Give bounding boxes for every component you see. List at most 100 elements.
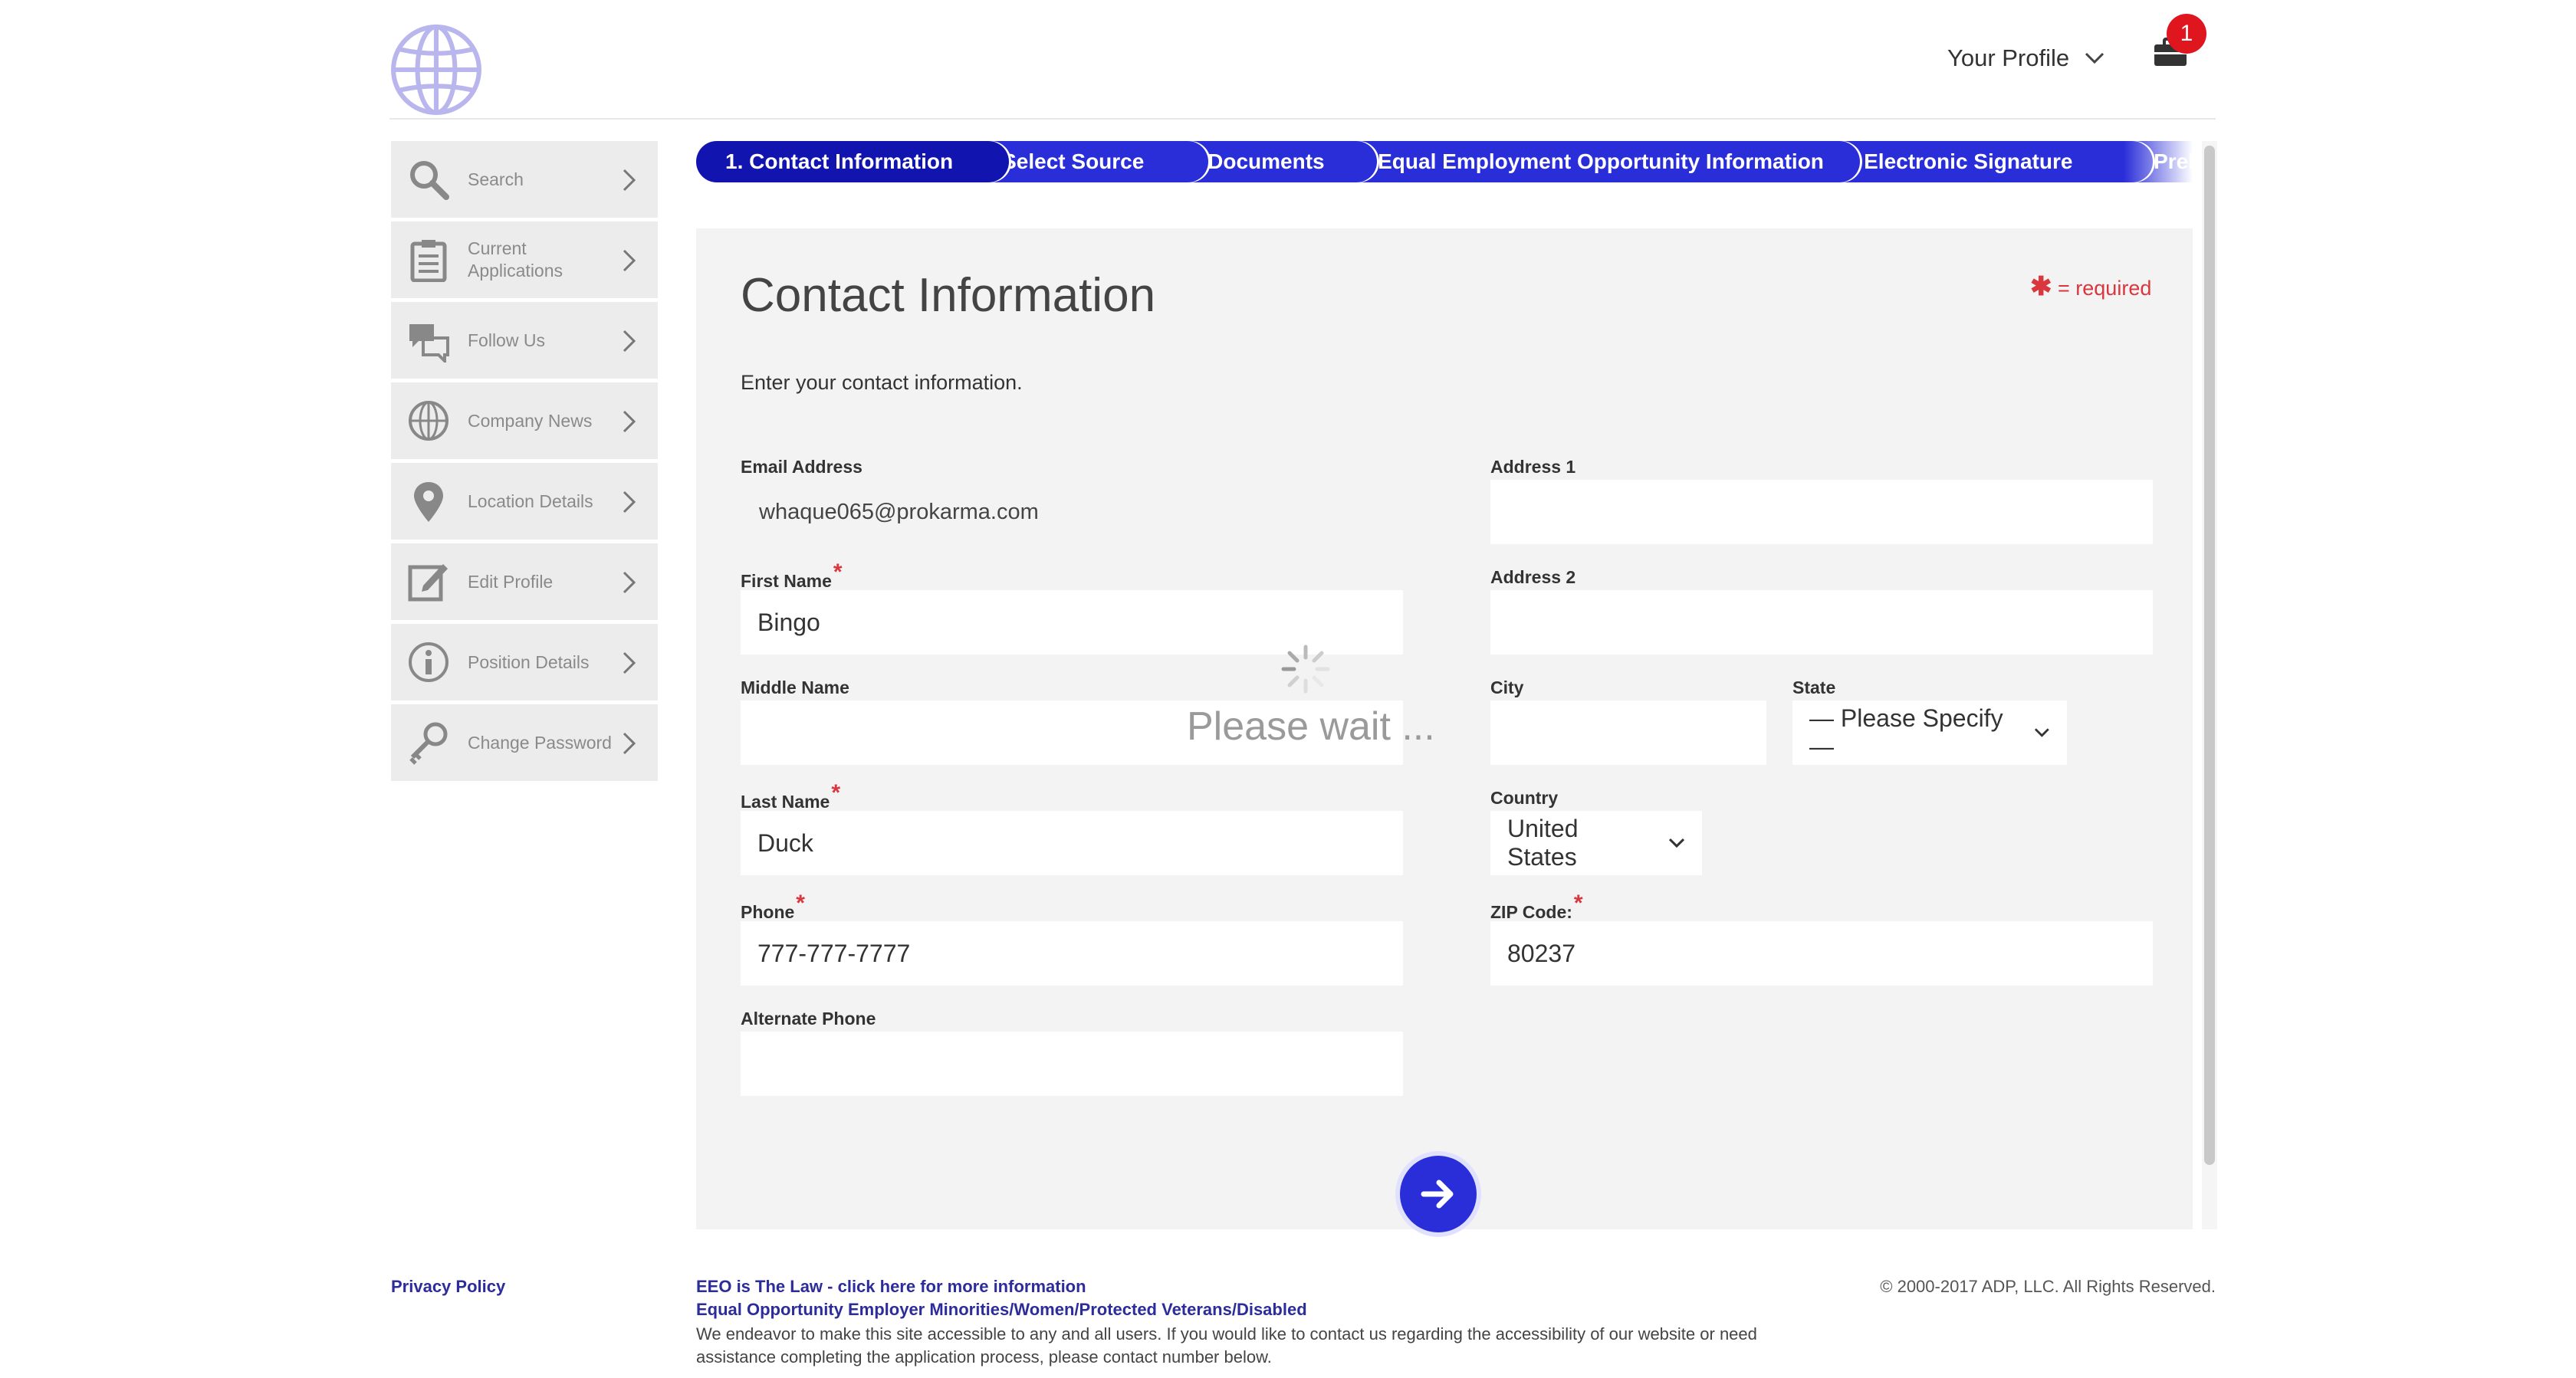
address2-label-text: Address 2 [1490, 567, 1576, 587]
required-asterisk: * [796, 891, 805, 916]
required-legend: ✱ = required [2030, 271, 2151, 302]
zip-field[interactable]: 80237 [1490, 921, 2153, 986]
clipboard-icon [406, 238, 451, 282]
country-label-text: Country [1490, 788, 1559, 808]
address2-label: Address 2 [1490, 567, 1576, 588]
zip-label: ZIP Code:* [1490, 891, 1583, 924]
last-name-label: Last Name* [741, 780, 840, 814]
sidebar-item-search[interactable]: Search [391, 141, 658, 218]
country-label: Country [1490, 788, 1558, 809]
address1-label-text: Address 1 [1490, 457, 1576, 477]
sidebar-item-label: Current Applications [468, 238, 564, 281]
last-name-field[interactable]: Duck [741, 811, 1403, 875]
scrollbar-thumb[interactable] [2204, 146, 2215, 1165]
email-label: Email Address [741, 457, 863, 477]
profile-label: Your Profile [1947, 44, 2070, 71]
state-label-text: State [1792, 678, 1836, 697]
email-value: whaque065@prokarma.com [759, 500, 1039, 524]
sidebar-item-location-details[interactable]: Location Details [391, 463, 658, 540]
address1-label: Address 1 [1490, 457, 1576, 477]
middle-name-label-text: Middle Name [741, 678, 849, 697]
address2-field[interactable] [1490, 590, 2153, 655]
sidebar-item-follow-us[interactable]: Follow Us [391, 302, 658, 379]
key-icon [406, 720, 451, 765]
country-select-value: United States [1507, 815, 1579, 871]
search-icon [406, 157, 451, 202]
globe-logo [391, 25, 481, 115]
first-name-label-text: First Name [741, 571, 832, 591]
chevron-right-icon [623, 330, 636, 353]
sidebar-item-label: Edit Profile [468, 571, 554, 592]
sidebar-item-label: Change Password [468, 732, 612, 753]
header-divider [389, 118, 2216, 120]
profile-menu[interactable]: Your Profile [1947, 40, 2104, 77]
required-asterisk: * [833, 559, 843, 585]
chat-bubbles-icon [406, 318, 451, 363]
sidebar-item-current-applications[interactable]: Current Applications [391, 221, 658, 298]
phone-label-text: Phone [741, 902, 795, 922]
sidebar: Search Current Applications Follow Us Co… [391, 141, 658, 785]
country-select[interactable]: United States [1490, 811, 1702, 875]
eeo-statement: Equal Opportunity Employer Minorities/Wo… [696, 1300, 1307, 1319]
copyright: © 2000-2017 ADP, LLC. All Rights Reserve… [1880, 1277, 2216, 1296]
alt-phone-label-text: Alternate Phone [741, 1009, 876, 1029]
phone-field[interactable]: 777-777-7777 [741, 921, 1403, 986]
sidebar-item-label: Location Details [468, 491, 593, 511]
sidebar-item-position-details[interactable]: Position Details [391, 624, 658, 700]
form-intro: Enter your contact information. [741, 371, 1023, 394]
alt-phone-field[interactable] [741, 1032, 1403, 1096]
zip-label-text: ZIP Code: [1490, 902, 1572, 922]
page-title: Contact Information [741, 269, 1156, 322]
city-label-text: City [1490, 678, 1524, 697]
info-icon [406, 640, 451, 684]
map-pin-icon [406, 479, 451, 523]
chevron-down-icon [2085, 52, 2104, 64]
next-button[interactable] [1400, 1156, 1477, 1232]
chevron-down-icon [2035, 728, 2050, 737]
chevron-right-icon [623, 410, 636, 433]
state-label: State [1792, 678, 1835, 698]
required-legend-text: = required [2058, 277, 2152, 300]
chevron-right-icon [623, 732, 636, 755]
edit-icon [406, 559, 451, 604]
first-name-label: First Name* [741, 559, 843, 593]
chevron-right-icon [623, 249, 636, 272]
chevron-right-icon [623, 169, 636, 192]
step-eeo-information[interactable]: 4. Equal Employment Opportunity Informat… [1334, 141, 1860, 182]
privacy-policy-link[interactable]: Privacy Policy [391, 1277, 505, 1297]
email-label-text: Email Address [741, 457, 863, 477]
loading-text: Please wait ... [1187, 704, 1435, 749]
required-asterisk: * [831, 780, 841, 805]
sidebar-item-change-password[interactable]: Change Password [391, 704, 658, 781]
chevron-right-icon [623, 571, 636, 594]
state-select[interactable]: — Please Specify — [1792, 700, 2067, 765]
progress-steps: 6. Prelimi 5. Electronic Signature 4. Eq… [696, 141, 2193, 182]
address1-field[interactable] [1490, 480, 2153, 544]
alt-phone-label: Alternate Phone [741, 1009, 876, 1029]
phone-label: Phone* [741, 891, 805, 924]
state-select-value: — Please Specify — [1809, 704, 2003, 760]
step-label: 5. Electronic Signature [1840, 149, 2073, 173]
accessibility-note: We endeavor to make this site accessible… [696, 1324, 1757, 1367]
step-label: 4. Equal Employment Opportunity Informat… [1354, 149, 1824, 173]
eeo-law-link[interactable]: EEO is The Law - click here for more inf… [696, 1277, 1086, 1297]
arrow-right-icon [1421, 1180, 1454, 1209]
step-label: 1. Contact Information [725, 149, 954, 173]
sidebar-item-label: Follow Us [468, 330, 545, 350]
sidebar-item-label: Company News [468, 410, 593, 431]
sidebar-item-label: Position Details [468, 651, 590, 672]
spinner-icon [1281, 645, 1330, 694]
sidebar-item-company-news[interactable]: Company News [391, 382, 658, 459]
middle-name-label: Middle Name [741, 678, 849, 698]
chevron-down-icon [1668, 838, 1685, 848]
step-contact-information[interactable]: 1. Contact Information [696, 141, 1009, 182]
chevron-right-icon [623, 491, 636, 513]
chevron-right-icon [623, 651, 636, 674]
city-label: City [1490, 678, 1523, 698]
required-asterisk: * [1573, 891, 1583, 916]
sidebar-item-edit-profile[interactable]: Edit Profile [391, 543, 658, 620]
city-field[interactable] [1490, 700, 1766, 765]
globe-icon [406, 399, 451, 443]
step-electronic-signature[interactable]: 5. Electronic Signature [1817, 141, 2153, 182]
notification-badge[interactable]: 1 [2167, 14, 2206, 54]
